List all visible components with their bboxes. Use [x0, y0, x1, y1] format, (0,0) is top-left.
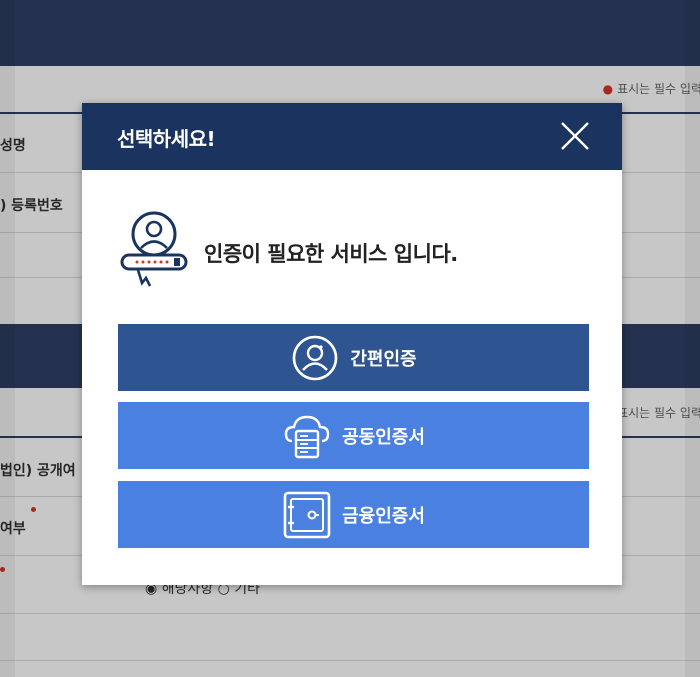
modal-header: 선택하세요!: [82, 103, 622, 170]
simple-auth-label: 간편인증: [350, 348, 417, 370]
joint-certificate-label: 공동인증서: [342, 426, 425, 448]
safe-icon: [282, 490, 332, 540]
close-button[interactable]: [560, 121, 590, 151]
joint-certificate-button[interactable]: 공동인증서: [118, 402, 589, 469]
intro-text: 인증이 필요한 서비스 입니다.: [204, 242, 458, 266]
close-icon: [561, 122, 589, 150]
button-content: 금융인증서: [118, 481, 589, 548]
intro-section: 인증이 필요한 서비스 입니다.: [118, 208, 598, 298]
cloud-server-icon: [282, 411, 332, 461]
user-circle-icon: [290, 333, 340, 383]
user-certificate-icon: [120, 211, 188, 287]
frame-edge: [685, 0, 700, 677]
frame-edge: [0, 0, 15, 677]
button-content: 공동인증서: [118, 402, 589, 469]
financial-certificate-label: 금융인증서: [342, 505, 425, 527]
modal-title: 선택하세요!: [117, 127, 216, 151]
simple-auth-button[interactable]: 간편인증: [118, 324, 589, 391]
auth-select-modal: 선택하세요! 인증이 필요한 서비스 입니다. 간편인증 공동인증서 금융인증서: [82, 103, 622, 585]
button-content: 간편인증: [118, 324, 589, 391]
financial-certificate-button[interactable]: 금융인증서: [118, 481, 589, 548]
